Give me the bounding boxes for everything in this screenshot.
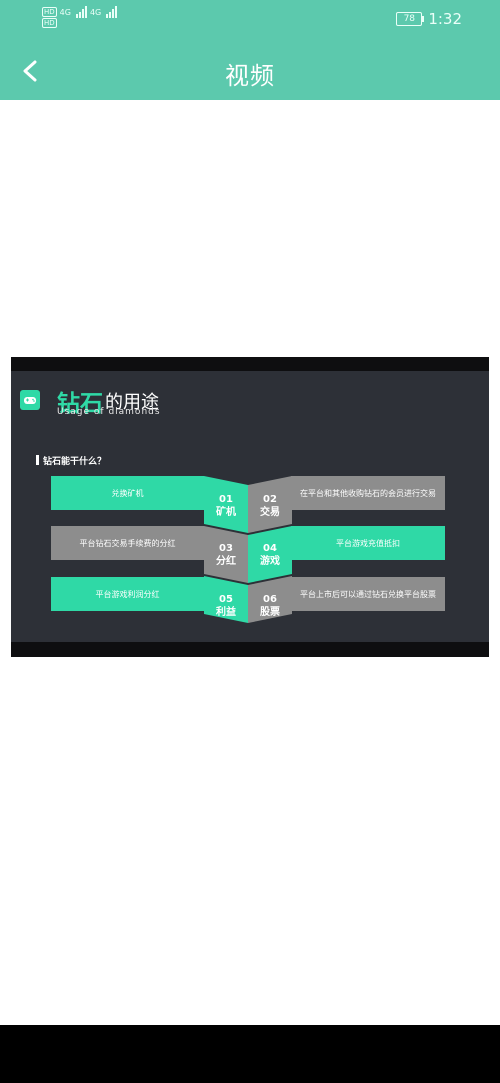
chevron-label-6: 股票 xyxy=(260,607,280,618)
left-item-3: 平台游戏利润分红 xyxy=(51,577,204,611)
network-label: 4G xyxy=(59,7,71,17)
right-item-1: 在平台和其他收购钻石的会员进行交易 xyxy=(291,476,445,510)
status-right: 78 1:32 xyxy=(396,10,462,28)
gamepad-icon xyxy=(20,390,40,410)
chevron-number-1: 01 xyxy=(219,494,233,505)
chevron-number-6: 06 xyxy=(263,594,277,605)
network-label-2: 4G xyxy=(89,7,102,17)
video-frame[interactable]: 钻石 的用途 Usage of diamonds 钻石能干什么？ 兑换矿机 在平… xyxy=(11,357,489,657)
signal-icon xyxy=(75,6,87,18)
signal-icon-2 xyxy=(106,6,118,18)
chevron-label-2: 交易 xyxy=(260,507,280,518)
status-signals: HD 4G 4G HD xyxy=(42,6,118,28)
left-item-2: 平台钻石交易手续费的分红 xyxy=(51,526,204,560)
left-item-1: 兑换矿机 xyxy=(51,476,204,510)
right-item-2: 平台游戏充值抵扣 xyxy=(291,526,445,560)
battery-icon: 78 xyxy=(396,12,425,26)
chevron-label-4: 游戏 xyxy=(260,556,280,567)
chevron-number-2: 02 xyxy=(263,494,277,505)
letterbox-bottom xyxy=(11,642,489,657)
chevron-label-1: 矿机 xyxy=(216,507,236,518)
chevron-number-4: 04 xyxy=(263,543,277,554)
clock: 1:32 xyxy=(428,10,462,28)
slide-question: 钻石能干什么？ xyxy=(36,454,106,467)
slide-subtitle: Usage of diamonds xyxy=(57,407,161,417)
chevron-number-3: 03 xyxy=(219,543,233,554)
top-bar: HD 4G 4G HD 78 1:32 视频 xyxy=(0,0,500,100)
hd-badge-2: HD xyxy=(42,18,57,28)
letterbox-top xyxy=(11,357,489,371)
chevron-number-5: 05 xyxy=(219,594,233,605)
bottom-black-bar xyxy=(0,1025,500,1083)
chevron-label-5: 利益 xyxy=(216,607,236,618)
right-item-3: 平台上市后可以通过钻石兑换平台股票 xyxy=(291,577,445,611)
hd-badge: HD xyxy=(42,7,57,17)
chevron-label-3: 分红 xyxy=(216,556,236,567)
page-title: 视频 xyxy=(225,62,275,90)
